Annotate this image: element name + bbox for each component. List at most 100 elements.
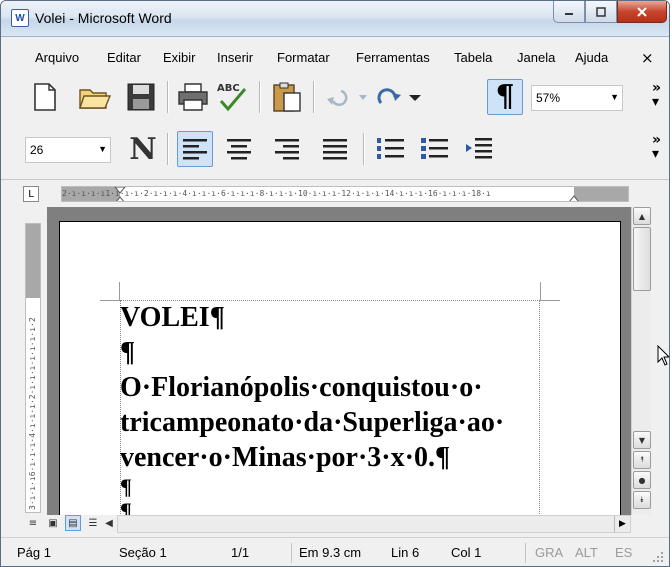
next-page-button[interactable]: ⯯ xyxy=(633,491,651,509)
status-page: Pág 1 xyxy=(17,545,51,560)
menu-editar[interactable]: Editar xyxy=(107,50,141,65)
justify-button[interactable] xyxy=(317,131,353,167)
previous-page-button[interactable]: ⯭ xyxy=(633,451,651,469)
scroll-left-button[interactable]: ◀ xyxy=(101,515,117,531)
menu-ajuda[interactable]: Ajuda xyxy=(575,50,608,65)
align-right-icon xyxy=(275,139,299,160)
right-indent-marker-icon[interactable] xyxy=(568,191,580,202)
outline-view-button[interactable]: ☰ xyxy=(85,515,101,531)
chevron-down-icon[interactable]: ▼ xyxy=(610,92,619,102)
chevron-down-icon: ▼ xyxy=(638,435,646,445)
status-extend[interactable]: ES xyxy=(615,545,632,560)
bulleted-list-icon xyxy=(421,138,448,159)
maximize-icon xyxy=(596,6,606,17)
bold-button[interactable]: N xyxy=(125,131,161,167)
show-formatting-button[interactable]: ¶ xyxy=(487,79,523,115)
print-layout-button[interactable]: ▤ xyxy=(65,515,81,531)
spelling-button[interactable]: ABC xyxy=(213,79,249,115)
document-body[interactable]: VOLEI¶ ¶ O·Florianópolis·conquistou·o· t… xyxy=(120,300,560,515)
double-chevron-up-icon: ⯭ xyxy=(639,455,645,464)
select-browse-object-button[interactable]: ● xyxy=(633,471,651,489)
toolbar-options-icon[interactable]: » ▾ xyxy=(652,81,661,109)
scroll-right-button[interactable]: ▶ xyxy=(614,516,630,532)
align-left-button[interactable] xyxy=(177,131,213,167)
undo-icon xyxy=(327,89,367,106)
normal-view-button[interactable]: ≡ xyxy=(25,515,41,531)
toolbar-separator xyxy=(259,81,260,113)
menu-inserir[interactable]: Inserir xyxy=(217,50,253,65)
formatting-toolbar: 26 ▼ N » ▾ xyxy=(1,127,669,171)
menu-janela[interactable]: Janela xyxy=(517,50,555,65)
font-size-combo[interactable]: 26 ▼ xyxy=(25,137,111,163)
word-app-icon[interactable]: W xyxy=(11,9,29,27)
word-window: W Volei - Microsoft Word Arquivo Editar … xyxy=(0,0,670,567)
maximize-button[interactable] xyxy=(585,1,617,23)
paste-button[interactable] xyxy=(269,79,305,115)
crop-mark xyxy=(100,300,120,301)
title-bar[interactable]: W Volei - Microsoft Word xyxy=(1,1,669,37)
save-disk-icon xyxy=(127,83,155,111)
numbering-button[interactable] xyxy=(373,131,409,167)
document-line[interactable]: vencer·o·Minas·por·3·x·0.¶ xyxy=(120,440,560,475)
minimize-icon xyxy=(565,12,573,15)
toolbar-separator xyxy=(167,133,168,165)
horizontal-ruler[interactable]: 2·ı·ı·ı·ı1·ı·ı·ı·2·ı·ı·ı·4·ı·ı·ı·6·ı·ı·ı… xyxy=(61,186,629,202)
close-button[interactable] xyxy=(617,1,667,23)
toolbar-options-icon[interactable]: » ▾ xyxy=(652,133,661,161)
crop-mark xyxy=(540,282,541,300)
scroll-up-button[interactable]: ▲ xyxy=(633,207,651,225)
menu-arquivo[interactable]: Arquivo xyxy=(35,50,79,65)
document-line[interactable]: O·Florianópolis·conquistou·o· xyxy=(120,370,560,405)
status-track-changes[interactable]: ALT xyxy=(575,545,598,560)
document-page[interactable]: VOLEI¶ ¶ O·Florianópolis·conquistou·o· t… xyxy=(59,221,621,515)
menu-tabela[interactable]: Tabela xyxy=(454,50,492,65)
increase-indent-button[interactable] xyxy=(461,131,497,167)
resize-grip-icon[interactable] xyxy=(651,550,665,564)
toolbar-separator xyxy=(313,81,314,113)
chevron-left-icon: ◀ xyxy=(105,517,113,529)
status-page-count: 1/1 xyxy=(231,545,250,560)
document-line[interactable]: ¶ xyxy=(120,499,560,516)
ruler-bar: L 2·ı·ı·ı·ı1·ı·ı·ı·2·ı·ı·ı·4·ı·ı·ı·6·ı·ı… xyxy=(1,179,669,207)
tab-selector-button[interactable]: L xyxy=(23,186,39,202)
justify-icon xyxy=(323,139,347,160)
spellcheck-icon: ABC xyxy=(217,83,247,112)
indent-marker-icon[interactable] xyxy=(114,187,126,202)
menu-bar: Arquivo Editar Exibir Inserir Formatar F… xyxy=(1,47,669,71)
view-bar: ≡ ▣ ▤ ☰ ◀ ▶ xyxy=(1,515,669,533)
document-line[interactable]: ¶ xyxy=(120,335,560,370)
zoom-combo[interactable]: 57% ▼ xyxy=(531,85,623,111)
scroll-thumb[interactable] xyxy=(633,227,651,291)
document-area[interactable]: VOLEI¶ ¶ O·Florianópolis·conquistou·o· t… xyxy=(47,207,631,515)
menu-exibir[interactable]: Exibir xyxy=(163,50,196,65)
document-line[interactable]: ¶ xyxy=(120,475,560,499)
vertical-scrollbar[interactable]: ▲ ▼ ⯭ ● ⯯ xyxy=(631,207,651,515)
status-record-macro[interactable]: GRA xyxy=(535,545,563,560)
status-separator xyxy=(291,543,292,563)
align-center-button[interactable] xyxy=(221,131,257,167)
save-button[interactable] xyxy=(123,79,159,115)
scroll-down-button[interactable]: ▼ xyxy=(633,431,651,449)
menu-ferramentas[interactable]: Ferramentas xyxy=(356,50,430,65)
open-button[interactable] xyxy=(77,79,113,115)
print-layout-icon: ▤ xyxy=(68,517,78,529)
new-document-button[interactable] xyxy=(27,79,63,115)
minimize-button[interactable] xyxy=(553,1,585,23)
print-button[interactable] xyxy=(175,79,211,115)
window-title: Volei - Microsoft Word xyxy=(35,10,172,26)
redo-button[interactable] xyxy=(373,79,423,115)
document-line[interactable]: VOLEI¶ xyxy=(120,300,560,335)
mouse-pointer-icon xyxy=(657,345,669,366)
printer-icon xyxy=(178,83,208,111)
chevron-down-icon[interactable]: ▼ xyxy=(98,144,107,154)
document-line[interactable]: tricampeonato·da·Superliga·ao· xyxy=(120,405,560,440)
horizontal-scrollbar[interactable]: ▶ xyxy=(117,515,631,533)
align-right-button[interactable] xyxy=(269,131,305,167)
menu-formatar[interactable]: Formatar xyxy=(277,50,330,65)
undo-button[interactable] xyxy=(323,79,371,115)
standard-toolbar: ABC ¶ 57% ▼ » ▾ xyxy=(1,75,669,119)
vertical-ruler[interactable]: 3·ı·ı·ı6·ı·ı·ı·4·ı·ı·ı·2·ı·ı·ı·ı·ı·ı·ı·2 xyxy=(25,223,41,513)
document-close-button[interactable]: × xyxy=(641,49,654,67)
web-layout-button[interactable]: ▣ xyxy=(45,515,61,531)
bullets-button[interactable] xyxy=(417,131,453,167)
